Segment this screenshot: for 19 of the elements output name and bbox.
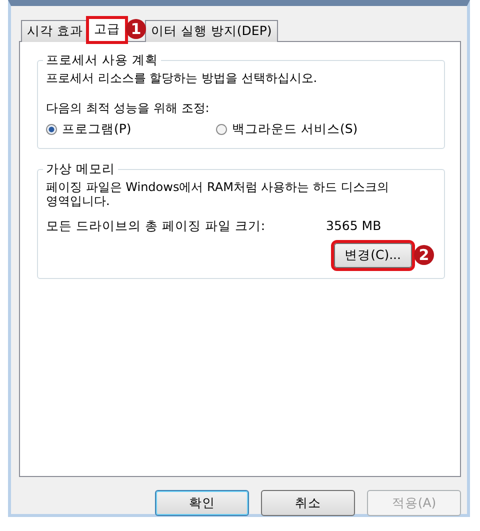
dialog-button[interactable]: 확인 (155, 490, 249, 516)
change-button[interactable]: 변경(C)... (334, 243, 412, 268)
label: 모든 드라이브의 총 페이징 파일 크기: (46, 218, 266, 235)
number-badge: 2 (414, 245, 434, 265)
group-title: 가상 메모리 (43, 161, 118, 178)
tab[interactable]: 이터 실행 방지(DEP) (144, 20, 278, 42)
group-title: 프로세서 사용 계획 (43, 52, 161, 69)
dialog-button[interactable]: 취소 (261, 490, 355, 516)
description-text: 프로세서 리소스를 할당하는 방법을 선택하십시오. (46, 71, 318, 85)
tab[interactable]: 시각 효과 (21, 20, 89, 42)
radio-label[interactable]: 프로그램(P) (62, 121, 132, 138)
tab[interactable]: 고급 (88, 18, 126, 42)
label: 다음의 최적 성능을 위해 조정: (46, 101, 210, 115)
radio-button[interactable] (46, 124, 57, 135)
radio-button[interactable] (216, 124, 227, 135)
number-badge: 1 (126, 18, 146, 38)
description-text: 페이징 파일은 Windows에서 RAM처럼 사용하는 하드 디스크의 영역입니다. (46, 180, 390, 208)
radio-label[interactable]: 백그라운드 서비스(S) (232, 121, 358, 138)
value-text: 3565 MB (326, 218, 382, 235)
